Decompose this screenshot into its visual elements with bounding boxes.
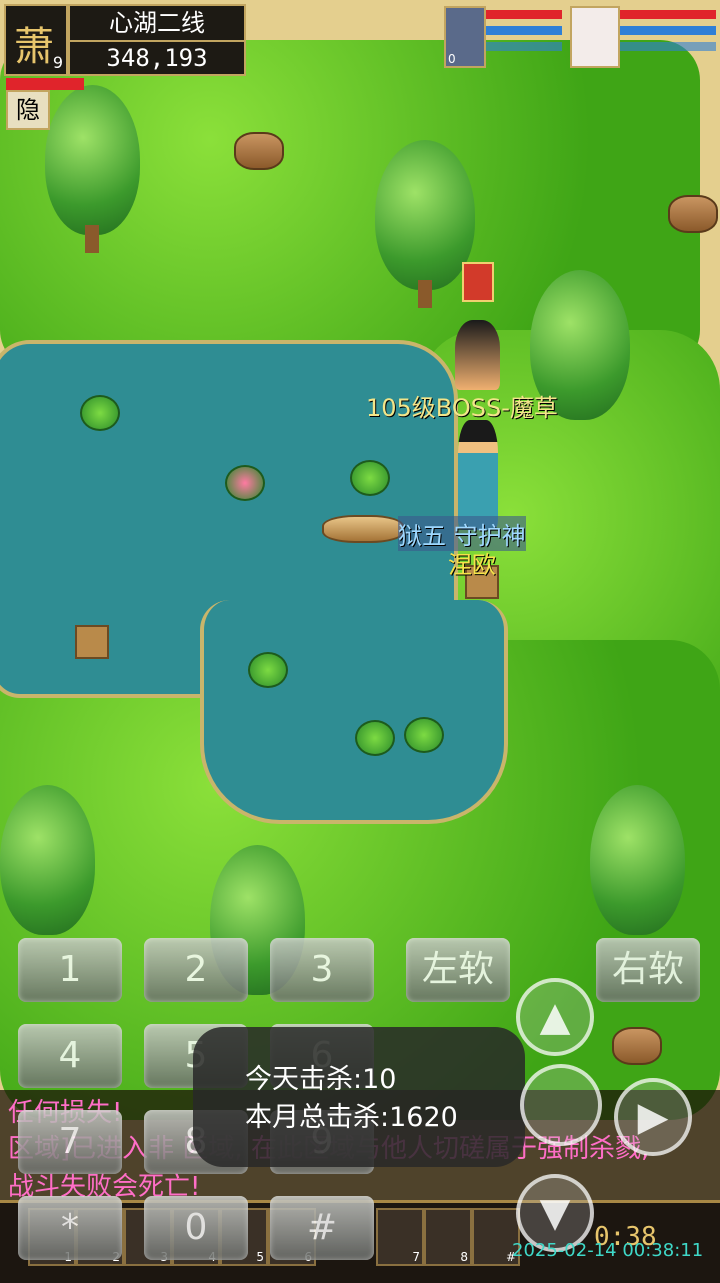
dpad-center-button[interactable] — [520, 1064, 602, 1146]
pet-portrait[interactable]: 0 — [444, 6, 486, 68]
tree — [45, 85, 140, 235]
gold-amount: 348,193 — [106, 44, 208, 72]
left-soft-key[interactable]: 左软 — [406, 938, 510, 1002]
chevron-up-icon: ▲ — [539, 994, 571, 1040]
signpost[interactable] — [75, 625, 109, 659]
player-level: 9 — [52, 53, 63, 72]
lily-pad — [355, 720, 395, 756]
system-datetime: 2025-02-14 00:38:11 — [512, 1240, 704, 1261]
pet-mp-bar — [486, 26, 562, 35]
companion-mp-bar — [620, 26, 716, 35]
dpad-up-button[interactable]: ▲ — [516, 978, 594, 1056]
today-kills: 今天击杀:10 — [245, 1064, 397, 1095]
tree — [375, 140, 475, 290]
kill-stats-toast: 今天击杀:10 本月总击杀:1620 — [193, 1027, 525, 1167]
tree-trunk — [418, 280, 432, 308]
lily-pad — [248, 652, 288, 688]
portrait-char: 萧 — [14, 24, 54, 70]
key-4[interactable]: 4 — [18, 1024, 122, 1088]
lily-pad — [350, 460, 390, 496]
key-0[interactable]: 0 — [144, 1196, 248, 1260]
hide-button[interactable]: 隐 — [6, 90, 50, 130]
tree-trunk — [85, 225, 99, 253]
flag-icon — [462, 262, 494, 302]
key-hash[interactable]: # — [270, 1196, 374, 1260]
skill-slot[interactable]: 8 — [424, 1208, 472, 1266]
player-hp-bar — [6, 78, 84, 90]
boat[interactable] — [322, 515, 404, 543]
slot-number: 7 — [412, 1250, 420, 1264]
chevron-down-icon: ▼ — [539, 1190, 571, 1236]
pet-hp-bar — [486, 10, 562, 19]
key-star[interactable]: * — [18, 1196, 122, 1260]
companion-portrait[interactable] — [570, 6, 620, 68]
tree-stump — [612, 1027, 662, 1065]
player-name-label: 涅欧 — [448, 551, 496, 579]
pet-exp-bar — [486, 42, 562, 51]
tree-stump — [234, 132, 284, 170]
slot-number: 8 — [460, 1250, 468, 1264]
pet-level: 0 — [448, 52, 456, 66]
player-character[interactable] — [458, 420, 498, 530]
key-1[interactable]: 1 — [18, 938, 122, 1002]
tree — [590, 785, 685, 935]
key-7[interactable]: 7 — [18, 1110, 122, 1174]
right-soft-key[interactable]: 右软 — [596, 938, 700, 1002]
tree-stump — [668, 195, 718, 233]
skill-slot[interactable]: 7 — [376, 1208, 424, 1266]
key-2[interactable]: 2 — [144, 938, 248, 1002]
companion-exp-bar — [620, 42, 716, 51]
boss-name-label: 105级BOSS-魔草 — [366, 394, 558, 422]
month-kills: 本月总击杀:1620 — [245, 1102, 458, 1133]
chevron-right-icon: ▶ — [637, 1094, 669, 1140]
key-3[interactable]: 3 — [270, 938, 374, 1002]
map-name-box: 心湖二线 — [68, 4, 246, 42]
slot-number: 5 — [256, 1250, 264, 1264]
map-name: 心湖二线 — [109, 9, 205, 37]
tree — [0, 785, 95, 935]
lily-pad — [404, 717, 444, 753]
lake — [200, 600, 508, 824]
lily-pad — [80, 395, 120, 431]
dpad-right-button[interactable]: ▶ — [614, 1078, 692, 1156]
player-portrait[interactable]: 萧 9 — [4, 4, 68, 76]
gold-box: 348,193 — [68, 40, 246, 76]
hide-label: 隐 — [16, 96, 40, 124]
lily-pad — [225, 465, 265, 501]
companion-hp-bar — [620, 10, 716, 19]
boss-demon-grass[interactable] — [455, 320, 500, 390]
